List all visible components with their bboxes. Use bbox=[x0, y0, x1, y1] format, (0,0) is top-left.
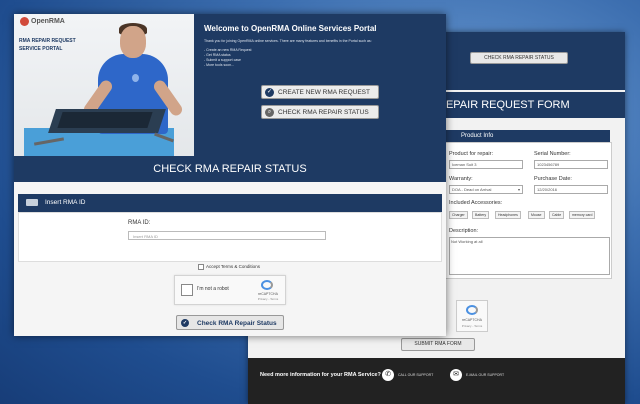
welcome-title: Welcome to OpenRMA Online Services Porta… bbox=[204, 24, 377, 33]
recaptcha-privacy-back[interactable]: Privacy - Terms bbox=[457, 324, 487, 328]
product-label: Product for repair: bbox=[449, 151, 494, 157]
accessory-mouse[interactable]: Mouse bbox=[528, 211, 545, 219]
purchase-label: Purchase Date: bbox=[534, 176, 572, 182]
check-status-window: OpenRMA RMA REPAIR REQUEST SERVICE PORTA… bbox=[14, 14, 446, 336]
form-title: REPAIR REQUEST FORM bbox=[438, 99, 570, 111]
call-support-link[interactable]: CALL OUR SUPPORT bbox=[398, 373, 433, 377]
product-input[interactable]: Iceman Suit 3 bbox=[449, 160, 523, 169]
warranty-value: DOA - Dead on Arrival bbox=[452, 187, 492, 192]
accessory-cable[interactable]: Cable bbox=[549, 211, 565, 219]
terms-checkbox[interactable] bbox=[198, 264, 204, 270]
create-rma-label: CREATE NEW RMA REQUEST bbox=[278, 89, 370, 96]
captcha-label: I'm not a robot bbox=[197, 286, 229, 292]
submit-rma-button[interactable]: SUBMIT RMA FORM bbox=[401, 338, 475, 351]
support-footer: Need more information for your RMA Servi… bbox=[248, 358, 625, 404]
email-icon: ✉ bbox=[450, 369, 462, 381]
accessory-headphones[interactable]: Headphones bbox=[495, 211, 521, 219]
hero-banner: OpenRMA RMA REPAIR REQUEST SERVICE PORTA… bbox=[14, 14, 446, 156]
recaptcha-widget-back[interactable]: reCAPTCHA Privacy - Terms bbox=[456, 300, 488, 332]
check-circle-icon: ✓ bbox=[181, 319, 189, 327]
product-info-title: Product Info bbox=[461, 133, 494, 139]
insert-rma-title: Insert RMA ID bbox=[45, 199, 86, 206]
check-circle-icon: ✓ bbox=[265, 88, 274, 97]
accessories-label: Included Accessories: bbox=[449, 200, 503, 206]
recaptcha-widget[interactable]: I'm not a robot reCAPTCHA Privacy - Term… bbox=[174, 275, 286, 305]
feature-bullet: - More tools soon... bbox=[204, 63, 234, 67]
welcome-intro: Thank you for joining OpenRMA online ser… bbox=[204, 39, 372, 43]
openrma-logo-text: OpenRMA bbox=[31, 18, 65, 25]
warranty-select[interactable]: DOA - Dead on Arrival ▾ bbox=[449, 185, 523, 194]
email-support-link[interactable]: E-MAIL OUR SUPPORT bbox=[466, 373, 504, 377]
insert-rma-header: Insert RMA ID bbox=[18, 194, 442, 212]
check-status-button-back[interactable]: CHECK RMA REPAIR STATUS bbox=[470, 52, 568, 64]
accessory-battery[interactable]: Battery bbox=[472, 211, 490, 219]
laptop-internals bbox=[57, 112, 153, 128]
description-label: Description: bbox=[449, 228, 479, 234]
captcha-checkbox[interactable] bbox=[181, 284, 193, 296]
id-card-icon bbox=[26, 199, 38, 206]
accessory-charger[interactable]: Charger bbox=[449, 211, 468, 219]
person-head bbox=[120, 26, 146, 58]
recaptcha-brand: reCAPTCHA bbox=[258, 292, 278, 296]
check-rma-status-label: Check RMA Repair Status bbox=[197, 320, 277, 327]
openrma-logo-icon bbox=[20, 17, 29, 26]
recaptcha-brand-back: reCAPTCHA bbox=[462, 318, 482, 322]
rma-id-input[interactable]: Insert RMA ID bbox=[128, 231, 326, 240]
product-info-header: Product Info bbox=[445, 130, 610, 142]
recaptcha-privacy[interactable]: Privacy - Terms bbox=[255, 297, 281, 301]
serial-label: Serial Number: bbox=[534, 151, 571, 157]
technician-photo: OpenRMA RMA REPAIR REQUEST SERVICE PORTA… bbox=[14, 14, 194, 156]
terms-label: Accept Terms & Conditions bbox=[206, 264, 260, 270]
feature-bullet: - Get RMA status bbox=[204, 53, 231, 57]
shirt-logo bbox=[132, 74, 139, 82]
chevron-down-icon: ▾ bbox=[517, 187, 520, 192]
create-rma-button[interactable]: ✓ CREATE NEW RMA REQUEST bbox=[261, 85, 379, 99]
feature-bullet: - Create an new RMA Request bbox=[204, 48, 252, 52]
terms-checkbox-row[interactable]: Accept Terms & Conditions bbox=[198, 264, 260, 270]
check-status-button[interactable]: ⌕ CHECK RMA REPAIR STATUS bbox=[261, 105, 379, 119]
description-textarea[interactable]: Not Working at all bbox=[449, 237, 610, 275]
check-rma-status-button[interactable]: ✓ Check RMA Repair Status bbox=[176, 315, 284, 330]
recaptcha-icon bbox=[466, 305, 478, 315]
portal-subtitle-1: RMA REPAIR REQUEST bbox=[19, 38, 76, 44]
purchase-date-input[interactable]: 12/20/2016 bbox=[534, 185, 608, 194]
serial-input[interactable]: 1023456789 bbox=[534, 160, 608, 169]
feature-bullet: - Submit a support case bbox=[204, 58, 241, 62]
recaptcha-icon bbox=[261, 280, 273, 290]
accessory-memory-card[interactable]: memory card bbox=[569, 211, 596, 219]
warranty-label: Warranty: bbox=[449, 176, 473, 182]
footer-question: Need more information for your RMA Servi… bbox=[260, 372, 381, 378]
rma-id-label: RMA ID: bbox=[128, 220, 151, 226]
section-title: CHECK RMA REPAIR STATUS bbox=[14, 156, 446, 182]
check-status-label: CHECK RMA REPAIR STATUS bbox=[278, 109, 369, 116]
portal-subtitle-2: SERVICE PORTAL bbox=[19, 46, 63, 52]
status-icon: ⌕ bbox=[265, 108, 274, 117]
phone-icon: ✆ bbox=[382, 369, 394, 381]
